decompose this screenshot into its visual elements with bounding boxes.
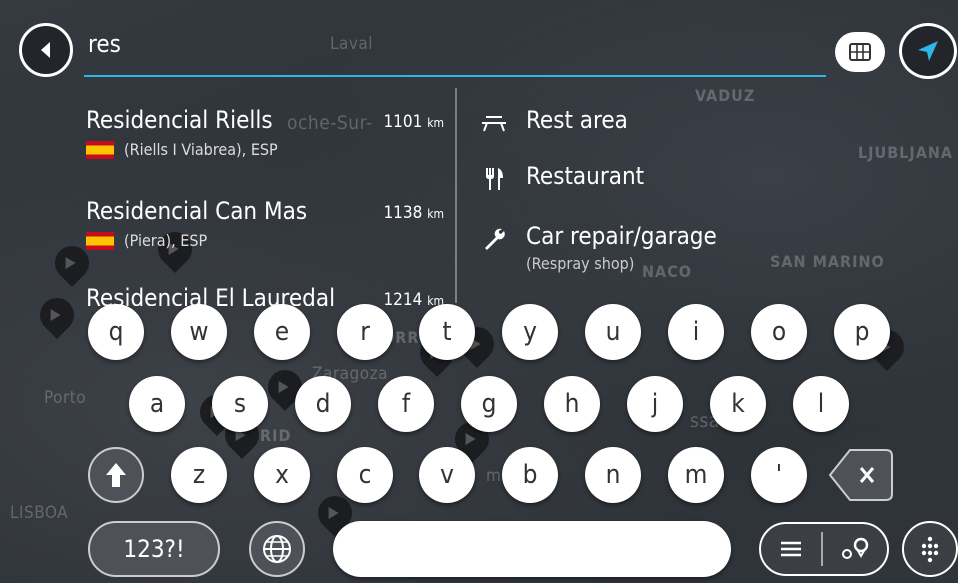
result-distance: 1101 km [383,112,444,132]
backspace-key[interactable] [828,447,894,503]
map-label-san-marino: SAN MARINO [770,252,885,271]
key-w[interactable]: w [171,304,227,360]
key-p[interactable]: p [834,304,890,360]
key-t[interactable]: t [419,304,475,360]
map-label-vaduz: VADUZ [695,86,756,105]
key-o[interactable]: o [751,304,807,360]
back-button[interactable] [19,23,73,77]
arrow-up-icon [106,463,126,487]
current-location-button[interactable] [899,23,957,79]
result-distance: 1214 km [383,290,444,306]
result-item[interactable]: Residencial Riells 1101 km (Riells I Via… [86,106,446,159]
category-car-repair[interactable]: Car repair/garage (Respray shop) [478,222,717,273]
key-h[interactable]: h [544,376,600,432]
search-input[interactable]: res [88,30,121,58]
map-icon [849,43,871,61]
key-k[interactable]: k [710,376,766,432]
category-restaurant[interactable]: Restaurant [478,162,644,194]
more-options-button[interactable] [902,521,958,577]
arrow-left-icon [41,42,50,58]
key-l[interactable]: l [793,376,849,432]
key-m[interactable]: m [668,447,724,503]
backspace-icon [828,449,893,501]
key-z[interactable]: z [171,447,227,503]
map-pin-icon [32,290,82,340]
map-label-lisboa: LISBOA [10,503,69,523]
language-key[interactable] [249,521,305,577]
map-view-button[interactable] [835,32,885,72]
key-c[interactable]: c [337,447,393,503]
key-d[interactable]: d [295,376,351,432]
rest-area-icon [478,108,510,138]
key-g[interactable]: g [461,376,517,432]
map-label-laval: Laval [330,34,374,54]
map-label-ljubljana: LJUBLJANA [858,143,954,162]
route-pin-icon [823,536,887,562]
key-v[interactable]: v [419,447,475,503]
category-rest-area[interactable]: Rest area [478,106,628,138]
spain-flag-icon [86,140,114,159]
result-location: (Piera), ESP [86,231,446,250]
key-b[interactable]: b [502,447,558,503]
navigation-arrow-icon [918,41,938,61]
result-item[interactable]: Residencial El Lauredal 1214 km [86,284,446,306]
key-j[interactable]: j [627,376,683,432]
key-f[interactable]: f [378,376,434,432]
category-sublabel: (Respray shop) [526,254,635,273]
key-q[interactable]: q [88,304,144,360]
key-s[interactable]: s [212,376,268,432]
space-key[interactable] [333,521,731,577]
key-i[interactable]: i [668,304,724,360]
keypad-dots-icon [921,536,939,563]
key-e[interactable]: e [254,304,310,360]
key-apostrophe[interactable]: ' [751,447,807,503]
results-divider [455,88,457,303]
restaurant-icon [478,164,510,194]
spain-flag-icon [86,231,114,250]
shift-key[interactable] [88,447,144,503]
key-u[interactable]: u [585,304,641,360]
map-label-rid: RID [260,426,292,445]
key-y[interactable]: y [502,304,558,360]
category-label: Restaurant [526,162,645,190]
key-n[interactable]: n [585,447,641,503]
list-icon [761,540,821,558]
key-a[interactable]: a [129,376,185,432]
result-location-text: (Piera), ESP [124,231,208,250]
numbers-symbols-key[interactable]: 123?! [88,521,220,577]
key-x[interactable]: x [254,447,310,503]
result-location: (Riells I Viabrea), ESP [86,140,446,159]
result-location-text: (Riells I Viabrea), ESP [124,140,278,159]
result-distance: 1138 km [383,203,444,223]
search-underline [84,75,826,77]
map-label-porto: Porto [44,388,87,408]
category-label: Car repair/garage [526,222,717,250]
category-label: Rest area [526,106,628,134]
wrench-icon [478,224,510,254]
result-item[interactable]: Residencial Can Mas 1138 km (Piera), ESP [86,197,446,250]
globe-icon [263,535,291,563]
list-route-toggle[interactable] [759,522,889,576]
key-r[interactable]: r [337,304,393,360]
